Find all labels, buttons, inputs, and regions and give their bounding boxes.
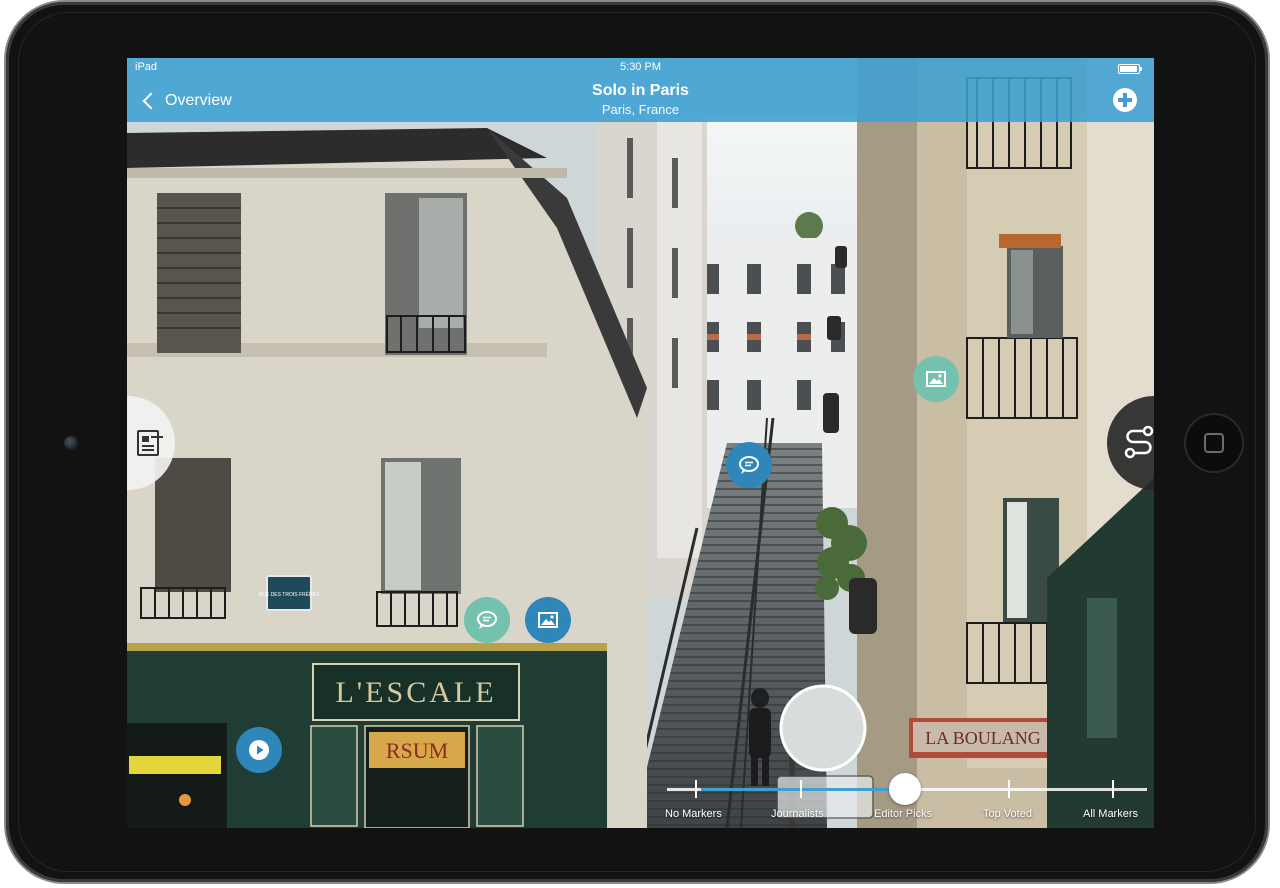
page-subtitle: Paris, France xyxy=(601,102,680,117)
slider-label-journalists[interactable]: Journalists xyxy=(771,808,824,820)
photo-marker[interactable] xyxy=(913,356,959,402)
top-nav-bar: iPad 5:30 PM Overview Solo in Paris Pari… xyxy=(127,58,1154,122)
slider-tick-top-voted xyxy=(1008,780,1010,798)
status-time: 5:30 PM xyxy=(620,61,661,73)
bakery-sign-text: LA BOULANG xyxy=(925,728,1041,748)
route-icon xyxy=(1124,425,1154,459)
article-icon xyxy=(137,430,159,456)
marker-tail xyxy=(743,480,755,488)
home-square-icon xyxy=(1204,433,1224,453)
comment-marker[interactable] xyxy=(726,442,772,488)
slider-tick-journalists xyxy=(800,780,802,798)
bar-sign-text: RSUM xyxy=(386,738,448,763)
slider-tick-no-markers xyxy=(695,780,697,798)
slider-label-all-markers[interactable]: All Markers xyxy=(1083,808,1138,820)
page-title: Solo in Paris xyxy=(592,82,689,99)
front-camera xyxy=(64,436,78,450)
marker-filter-slider[interactable]: No Markers Journalists Editor Picks Top … xyxy=(663,772,1149,828)
shop-name-text: L'ESCALE xyxy=(335,676,496,709)
marker-tail xyxy=(481,635,493,643)
image-icon xyxy=(538,612,558,628)
street-sign-text: RUE DES TROIS FRÈRES xyxy=(259,591,320,598)
slider-track-fill xyxy=(701,788,905,791)
add-button[interactable] xyxy=(1113,88,1137,112)
home-button[interactable] xyxy=(1184,413,1244,473)
slider-tick-all-markers xyxy=(1112,780,1114,798)
slider-label-no-markers[interactable]: No Markers xyxy=(665,808,722,820)
marker-tail xyxy=(253,765,265,773)
video-marker[interactable] xyxy=(236,727,282,773)
slider-label-editor-picks[interactable]: Editor Picks xyxy=(874,808,932,820)
image-icon xyxy=(926,371,946,387)
comment-marker[interactable] xyxy=(464,597,510,643)
marker-tail xyxy=(930,394,942,402)
play-icon xyxy=(249,740,269,760)
marker-tail xyxy=(542,635,554,643)
speech-bubble-icon xyxy=(477,611,497,629)
slider-thumb[interactable] xyxy=(889,773,921,805)
photo-marker[interactable] xyxy=(525,597,571,643)
battery-icon xyxy=(1118,64,1142,74)
speech-bubble-icon xyxy=(739,456,759,474)
street-photo: LA BOULANG RUE DES TROIS FRÈRES L'ESCALE… xyxy=(127,58,1154,828)
app-screen: LA BOULANG RUE DES TROIS FRÈRES L'ESCALE… xyxy=(127,58,1154,828)
slider-label-top-voted[interactable]: Top Voted xyxy=(983,808,1032,820)
